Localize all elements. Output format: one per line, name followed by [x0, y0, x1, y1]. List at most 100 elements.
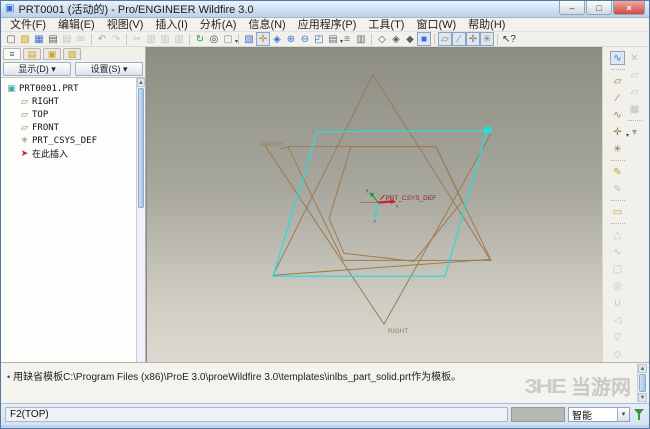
datum-csys-toggle[interactable]: ✳	[480, 32, 494, 46]
scroll-up-icon[interactable]: ▲	[137, 78, 145, 87]
layers-button[interactable]: ≡	[340, 32, 354, 46]
revolve-icon[interactable]: △	[610, 228, 625, 242]
draft-icon[interactable]: ◇	[610, 347, 625, 361]
csys-triad[interactable]: PRT_CSYS_DEF x y z	[360, 188, 436, 225]
folder-browser-tab[interactable]: ▤	[23, 48, 41, 60]
tree-item-insert-here[interactable]: ➤在此插入	[4, 147, 136, 160]
menu-item-4[interactable]: 分析(A)	[194, 18, 243, 32]
menu-item-1[interactable]: 编辑(E)	[52, 18, 101, 32]
menu-item-9[interactable]: 帮助(H)	[462, 18, 511, 32]
spin-center-button[interactable]: ✛	[256, 32, 270, 46]
orient-mode-button[interactable]: ◈	[270, 32, 284, 46]
datum-curve-icon[interactable]: ∿	[610, 108, 625, 122]
hole-icon[interactable]: ◎	[610, 279, 625, 293]
redo-button[interactable]: ↷	[109, 32, 123, 46]
repaint-button[interactable]: ▧	[242, 32, 256, 46]
sweep-icon[interactable]: ∿	[610, 245, 625, 259]
message-scrollbar[interactable]: ▲ ▼	[637, 364, 647, 402]
sketched-datum-icon[interactable]: ✎	[610, 165, 625, 179]
open-file-button[interactable]: ▧	[18, 32, 32, 46]
menu-item-2[interactable]: 视图(V)	[101, 18, 150, 32]
more-tools-icon[interactable]: ▾	[627, 125, 642, 139]
datum-planes-toggle[interactable]: ▱	[438, 32, 452, 46]
new-file-button[interactable]: ▢	[4, 32, 18, 46]
menu-item-3[interactable]: 插入(I)	[149, 18, 193, 32]
separator	[611, 223, 625, 224]
menu-item-5[interactable]: 信息(N)	[242, 18, 291, 32]
blend-icon[interactable]: ▢	[610, 262, 625, 276]
save-button[interactable]: ▦	[32, 32, 46, 46]
connections-tab[interactable]: ▨	[63, 48, 81, 60]
tree-item-part[interactable]: ▣PRT0001.PRT	[4, 82, 136, 95]
datum-plane-icon[interactable]: ▱	[610, 74, 625, 88]
model-tree-tab[interactable]: ≡	[3, 48, 21, 60]
zoom-out-button[interactable]: ⊖	[298, 32, 312, 46]
settings-menu-button[interactable]: 设置(S) ▾	[75, 62, 143, 76]
tree-item-csys[interactable]: ✳PRT_CSYS_DEF	[4, 134, 136, 147]
datum-point-icon[interactable]: ✛▾	[610, 125, 625, 139]
scroll-up-icon[interactable]: ▲	[638, 364, 647, 373]
hidden-line-button[interactable]: ◈	[389, 32, 403, 46]
tree-scrollbar[interactable]: ▲	[136, 78, 145, 362]
context-help-button[interactable]: ↖?	[501, 32, 515, 46]
wireframe-button[interactable]: ◇	[375, 32, 389, 46]
combo-dropdown-icon[interactable]: ▾	[617, 408, 629, 421]
csys-label[interactable]: PRT_CSYS_DEF	[386, 195, 437, 202]
filter-icon[interactable]	[633, 407, 645, 422]
round-icon[interactable]: ∪	[610, 296, 625, 310]
print-setup-button[interactable]: ▤	[60, 32, 74, 46]
plane-drag-handle[interactable]	[484, 127, 492, 133]
select-box-button[interactable]: ▢▾	[221, 32, 235, 46]
copy-button[interactable]: ▥	[144, 32, 158, 46]
pattern-icon[interactable]: ✕	[627, 51, 642, 65]
close-button[interactable]: ×	[613, 1, 645, 15]
status-message: 用缺省模板C:\Program Files (x86)\ProE 3.0\pro…	[13, 372, 461, 383]
tree-item-right[interactable]: ▱RIGHT	[4, 95, 136, 108]
shell-icon[interactable]: ▽	[610, 330, 625, 344]
message-scrollbar-thumb[interactable]	[639, 374, 646, 392]
tree-item-front[interactable]: ▱FRONT	[4, 121, 136, 134]
selection-filter-combo[interactable]: 智能 ▾	[568, 407, 630, 422]
extrude-icon[interactable]: ▭	[610, 205, 625, 219]
tree-item-right-icon: ▱	[19, 96, 30, 107]
copy-geometry-icon[interactable]: ▱	[627, 68, 642, 82]
datum-axes-toggle[interactable]: ∕	[452, 32, 466, 46]
print-button[interactable]: ▤	[46, 32, 60, 46]
view-manager-button[interactable]: ▥	[354, 32, 368, 46]
favorites-tab[interactable]: ▣	[43, 48, 61, 60]
3d-viewport[interactable]: FRONT RIGHT PRT_CSYS_DEF x y z	[146, 47, 602, 362]
show-menu-button[interactable]: 显示(D) ▾	[3, 62, 71, 76]
tree-item-top[interactable]: ▱TOP	[4, 108, 136, 121]
refit-button[interactable]: ◰	[312, 32, 326, 46]
tree-scrollbar-thumb[interactable]	[138, 88, 144, 208]
chamfer-icon[interactable]: ◁	[610, 313, 625, 327]
datum-csys-icon[interactable]: ✳	[610, 142, 625, 156]
merge-icon[interactable]: ▱	[627, 85, 642, 99]
datum-points-toggle[interactable]: ✛	[466, 32, 480, 46]
paste-button[interactable]: ▥	[158, 32, 172, 46]
paste-special-button[interactable]: ▥	[172, 32, 186, 46]
right-plane-label[interactable]: RIGHT	[388, 328, 408, 335]
saved-views-button[interactable]: ▤▾	[326, 32, 340, 46]
front-plane-label[interactable]: FRONT	[261, 142, 283, 149]
shaded-button[interactable]: ■	[417, 32, 431, 46]
undo-button[interactable]: ↶	[95, 32, 109, 46]
sketch-tool-icon[interactable]: ∿	[610, 51, 625, 65]
separator	[611, 160, 625, 161]
minimize-button[interactable]: –	[559, 1, 585, 15]
zoom-in-button[interactable]: ⊕	[284, 32, 298, 46]
menu-item-0[interactable]: 文件(F)	[4, 18, 52, 32]
no-hidden-button[interactable]: ◆	[403, 32, 417, 46]
scroll-down-icon[interactable]: ▼	[638, 393, 647, 402]
regenerate-button[interactable]: ↻	[193, 32, 207, 46]
menu-item-7[interactable]: 工具(T)	[362, 18, 410, 32]
send-mail-button[interactable]: ✉	[74, 32, 88, 46]
maximize-button[interactable]: □	[586, 1, 612, 15]
menu-item-6[interactable]: 应用程序(P)	[292, 18, 363, 32]
table-icon[interactable]: ▦	[627, 102, 642, 116]
annotation-icon[interactable]: ✎	[610, 182, 625, 196]
find-button[interactable]: ◎	[207, 32, 221, 46]
datum-axis-icon[interactable]: ∕	[610, 91, 625, 105]
menu-item-8[interactable]: 窗口(W)	[410, 18, 462, 32]
cut-button[interactable]: ✂	[130, 32, 144, 46]
